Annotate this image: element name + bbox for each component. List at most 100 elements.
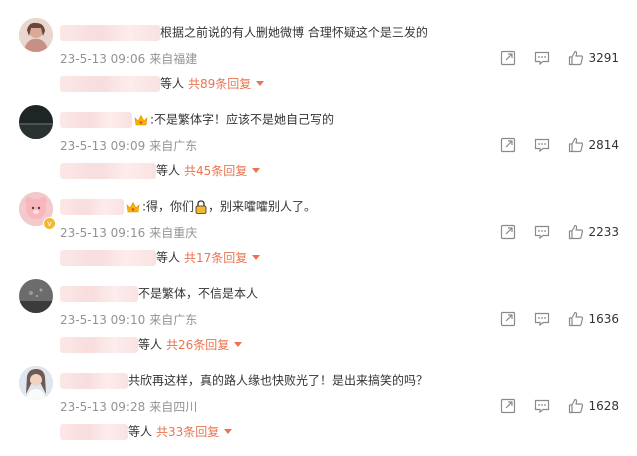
triangle-down-icon[interactable]	[256, 81, 265, 86]
reply-summary: 等人 共89条回复	[60, 74, 265, 93]
like-count: 1636	[588, 312, 619, 326]
reply-summary: 等人 共33条回复	[60, 422, 233, 441]
triangle-down-icon[interactable]	[252, 255, 261, 260]
replier-names-blurred[interactable]	[60, 249, 156, 266]
comment-text-part1: :得，你们	[142, 199, 195, 214]
comment-text: 不是繁体，不信是本人	[138, 286, 259, 301]
triangle-down-icon[interactable]	[234, 342, 243, 347]
comment-body: :得，你们 ，别来嚯嚯别人了。	[60, 196, 316, 216]
username-blurred[interactable]	[60, 372, 128, 389]
username-blurred[interactable]	[60, 285, 138, 302]
share-icon	[501, 311, 516, 327]
comment-meta: 23-5-13 09:28 来自四川	[60, 398, 197, 416]
avatar[interactable]	[19, 366, 53, 400]
reply-count-link[interactable]: 共26条回复	[166, 338, 229, 352]
comment-button[interactable]	[534, 311, 550, 327]
like-button[interactable]: 2814	[568, 137, 619, 153]
reply-count-link[interactable]: 共45条回复	[184, 164, 247, 178]
comment-button[interactable]	[534, 398, 550, 414]
like-icon	[569, 398, 584, 414]
replier-names-blurred[interactable]	[60, 162, 156, 179]
comment-time: 23-5-13 09:06	[60, 52, 146, 66]
reply-suffix: 等人	[128, 424, 153, 439]
share-icon	[501, 224, 516, 240]
comment-item: :不是繁体字！应该不是她自己写的 23-5-13 09:09 来自广东 2814 …	[0, 97, 637, 184]
replier-names-blurred[interactable]	[60, 75, 160, 92]
comment-time: 23-5-13 09:10	[60, 313, 146, 327]
reply-summary: 等人 共26条回复	[60, 335, 243, 354]
share-button[interactable]	[500, 311, 516, 327]
reply-suffix: 等人	[138, 337, 163, 352]
like-button[interactable]: 1628	[568, 398, 619, 414]
comment-item: v :得，你们 ，别来嚯嚯别人了。 23-5-13 09:16 来自重庆 2233 …	[0, 184, 637, 271]
reply-suffix: 等人	[156, 250, 181, 265]
comment-body: :不是繁体字！应该不是她自己写的	[60, 109, 334, 129]
triangle-down-icon[interactable]	[224, 429, 233, 434]
reply-suffix: 等人	[160, 76, 185, 91]
avatar[interactable]	[19, 279, 53, 313]
comment-location: 来自重庆	[149, 226, 198, 240]
share-button[interactable]	[500, 50, 516, 66]
comment-meta: 23-5-13 09:16 来自重庆	[60, 224, 197, 242]
comment-actions: 3291	[482, 48, 619, 68]
crown-icon	[126, 200, 140, 213]
lock-emoji-icon	[195, 199, 207, 214]
comment-item: 根据之前说的有人删她微博 合理怀疑这个是三发的 23-5-13 09:06 来自福…	[0, 10, 637, 97]
share-button[interactable]	[500, 137, 516, 153]
share-icon	[501, 137, 516, 153]
reply-count-link[interactable]: 共89条回复	[188, 77, 251, 91]
comment-text: 根据之前说的有人删她微博 合理怀疑这个是三发的	[160, 25, 428, 40]
comment-location: 来自四川	[149, 400, 198, 414]
reply-summary: 等人 共17条回复	[60, 248, 261, 267]
reply-count-link[interactable]: 共17条回复	[184, 251, 247, 265]
comment-button[interactable]	[534, 50, 550, 66]
avatar[interactable]	[19, 105, 53, 139]
like-icon	[569, 311, 584, 327]
comment-icon	[535, 225, 550, 240]
comment-icon	[535, 312, 550, 327]
reply-suffix: 等人	[156, 163, 181, 178]
comment-button[interactable]	[534, 224, 550, 240]
like-icon	[569, 50, 584, 66]
username-blurred[interactable]	[60, 111, 132, 128]
comment-location: 来自广东	[149, 139, 198, 153]
share-icon	[501, 50, 516, 66]
username-blurred[interactable]	[60, 198, 124, 215]
avatar[interactable]	[19, 18, 53, 52]
comment-icon	[535, 138, 550, 153]
share-icon	[501, 398, 516, 414]
username-blurred[interactable]	[60, 24, 160, 41]
like-button[interactable]: 1636	[568, 311, 619, 327]
like-count: 1628	[588, 399, 619, 413]
comment-actions: 1628	[482, 396, 619, 416]
like-icon	[569, 137, 584, 153]
comment-location: 来自福建	[149, 52, 198, 66]
like-count: 2233	[588, 225, 619, 239]
comment-body: 不是繁体，不信是本人	[60, 283, 258, 303]
comment-button[interactable]	[534, 137, 550, 153]
like-count: 2814	[588, 138, 619, 152]
comment-item: 不是繁体，不信是本人 23-5-13 09:10 来自广东 1636 等人 共26条…	[0, 271, 637, 358]
crown-icon	[134, 113, 148, 126]
comment-meta: 23-5-13 09:09 来自广东	[60, 137, 197, 155]
like-icon	[569, 224, 584, 240]
verified-badge-icon: v	[43, 217, 56, 230]
comment-body: 根据之前说的有人删她微博 合理怀疑这个是三发的	[60, 22, 428, 42]
comment-meta: 23-5-13 09:10 来自广东	[60, 311, 197, 329]
like-button[interactable]: 3291	[568, 50, 619, 66]
comment-actions: 2233	[482, 222, 619, 242]
share-button[interactable]	[500, 224, 516, 240]
comment-text: :不是繁体字！应该不是她自己写的	[150, 112, 335, 127]
comment-actions: 2814	[482, 135, 619, 155]
comment-icon	[535, 399, 550, 414]
reply-count-link[interactable]: 共33条回复	[156, 425, 219, 439]
triangle-down-icon[interactable]	[252, 168, 261, 173]
comment-text-part2: ，别来嚯嚯别人了。	[208, 199, 317, 214]
comment-body: 共欣再这样，真的路人缘也快败光了！是出来搞笑的吗？	[60, 370, 428, 390]
reply-summary: 等人 共45条回复	[60, 161, 261, 180]
share-button[interactable]	[500, 398, 516, 414]
comment-icon	[535, 51, 550, 66]
replier-names-blurred[interactable]	[60, 423, 128, 440]
replier-names-blurred[interactable]	[60, 336, 138, 353]
like-button[interactable]: 2233	[568, 224, 619, 240]
